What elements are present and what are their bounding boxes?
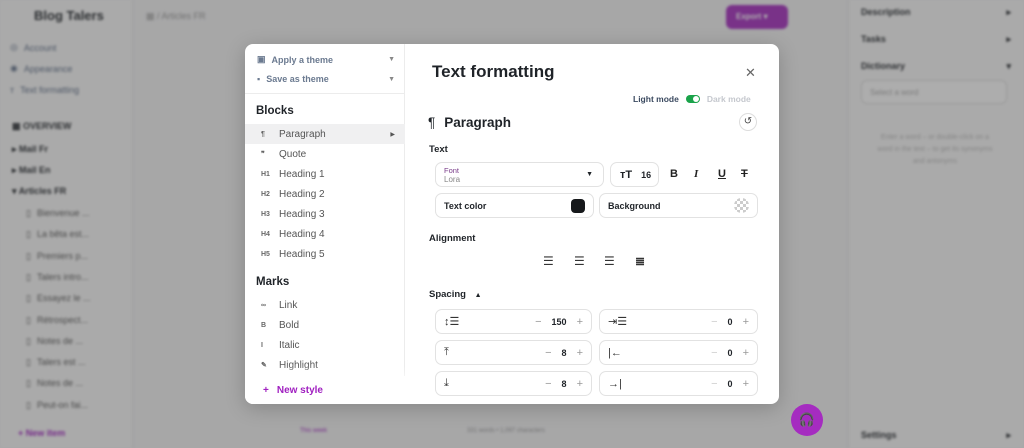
space-before-stepper[interactable]: ⤒ −8 + — [435, 340, 592, 365]
align-center-button[interactable]: ☰ — [574, 254, 585, 268]
block-item-paragraph[interactable]: ¶ Paragraph ▶ — [245, 124, 405, 144]
decrement-button[interactable]: − — [711, 347, 717, 359]
mark-type-icon: ∞ — [261, 301, 266, 309]
mode-toggle[interactable]: Light mode Dark mode — [633, 94, 751, 104]
chevron-down-icon: ▼ — [586, 171, 593, 178]
underline-button[interactable]: U — [718, 168, 726, 180]
decrement-button[interactable]: − — [545, 347, 551, 359]
marks-heading: Marks — [256, 276, 290, 288]
align-right-button[interactable]: ☰ — [604, 254, 615, 268]
space-after-icon: ⤓ — [444, 377, 449, 389]
block-type-icon: H4 — [261, 230, 270, 238]
margin-left-stepper[interactable]: |← −0 + — [599, 340, 758, 365]
chevron-up-icon: ▲ — [474, 292, 482, 299]
mark-type-icon: I — [261, 341, 263, 349]
headphones-icon: 🎧 — [798, 412, 816, 427]
block-type-icon: H1 — [261, 170, 270, 178]
reset-button[interactable]: ↺ — [739, 113, 757, 131]
space-after-stepper[interactable]: ⤓ −8 + — [435, 371, 592, 396]
strikethrough-button[interactable]: T — [741, 168, 748, 180]
indent-stepper[interactable]: ⇥☰ −0 + — [599, 309, 758, 334]
margin-left-icon: |← — [608, 346, 622, 359]
styles-panel: ▣ Apply a theme ▼ ▪ Save as theme ▼ Blocks ¶… — [245, 44, 405, 404]
mark-item-highlight[interactable]: ✎ Highlight — [245, 355, 405, 375]
line-height-stepper[interactable]: ↕☰ −150 + — [435, 309, 592, 334]
italic-button[interactable]: I — [694, 168, 698, 180]
save-theme-dropdown[interactable]: ▪ Save as theme ▼ — [257, 74, 395, 84]
decrement-button[interactable]: − — [535, 316, 541, 328]
theme-icon: ▣ — [257, 54, 266, 64]
block-type-icon: H3 — [261, 210, 270, 218]
increment-button[interactable]: + — [743, 378, 749, 390]
block-item-heading-4[interactable]: H4 Heading 4 — [245, 224, 405, 244]
line-height-icon: ↕☰ — [444, 316, 460, 328]
block-item-heading-3[interactable]: H3 Heading 3 — [245, 204, 405, 224]
chevron-down-icon: ▼ — [388, 56, 395, 63]
font-select[interactable]: Font Lora ▼ — [435, 162, 604, 187]
font-size-icon: тT — [620, 168, 633, 181]
align-justify-button[interactable]: ≣ — [635, 254, 645, 268]
increment-button[interactable]: + — [577, 316, 583, 328]
decrement-button[interactable]: − — [711, 378, 717, 390]
increment-button[interactable]: + — [743, 316, 749, 328]
block-type-icon: H2 — [261, 190, 270, 198]
mark-type-icon: B — [261, 321, 267, 329]
text-color-swatch — [571, 198, 585, 213]
margin-right-stepper[interactable]: →| −0 + — [599, 371, 758, 396]
transparent-swatch — [734, 198, 749, 213]
decrement-button[interactable]: − — [711, 316, 717, 328]
chevron-right-icon: ▶ — [390, 131, 395, 138]
increment-button[interactable]: + — [743, 347, 749, 359]
mark-item-bold[interactable]: B Bold — [245, 315, 405, 335]
text-section-label: Text — [429, 144, 448, 155]
margin-right-icon: →| — [608, 377, 622, 390]
bold-button[interactable]: B — [670, 168, 678, 180]
decrement-button[interactable]: − — [545, 378, 551, 390]
text-color-picker[interactable]: Text color — [435, 193, 594, 218]
mark-type-icon: ✎ — [261, 362, 267, 369]
alignment-label: Alignment — [429, 233, 476, 244]
block-item-heading-1[interactable]: H1 Heading 1 — [245, 164, 405, 184]
dialog-title: Text formatting — [432, 62, 555, 81]
increment-button[interactable]: + — [577, 378, 583, 390]
block-type-icon: ❞ — [261, 151, 265, 158]
block-type-icon: H5 — [261, 250, 270, 258]
plus-icon: + — [263, 384, 269, 396]
increment-button[interactable]: + — [577, 347, 583, 359]
apply-theme-dropdown[interactable]: ▣ Apply a theme ▼ — [257, 54, 395, 65]
align-left-button[interactable]: ☰ — [543, 254, 554, 268]
support-button[interactable]: 🎧 — [791, 404, 823, 436]
block-title: ¶ Paragraph — [428, 115, 512, 130]
mark-item-italic[interactable]: I Italic — [245, 335, 405, 355]
block-item-heading-2[interactable]: H2 Heading 2 — [245, 184, 405, 204]
mark-item-link[interactable]: ∞ Link — [245, 295, 405, 315]
block-type-icon: ¶ — [261, 130, 265, 138]
block-item-heading-5[interactable]: H5 Heading 5 — [245, 244, 405, 264]
chevron-down-icon: ▼ — [388, 75, 395, 83]
space-before-icon: ⤒ — [444, 346, 449, 358]
background-color-picker[interactable]: Background — [599, 193, 758, 218]
blocks-heading: Blocks — [256, 105, 294, 117]
block-item-quote[interactable]: ❞ Quote — [245, 144, 405, 164]
spacing-toggle[interactable]: Spacing ▲ — [429, 289, 482, 300]
new-style-button[interactable]: + New style — [245, 376, 405, 404]
pilcrow-icon: ¶ — [428, 115, 436, 130]
close-button[interactable]: ✕ — [745, 65, 756, 81]
mode-switch[interactable] — [685, 95, 700, 103]
font-size-input[interactable]: тT 16 — [610, 162, 659, 187]
indent-icon: ⇥☰ — [608, 316, 628, 328]
text-formatting-dialog: ▣ Apply a theme ▼ ▪ Save as theme ▼ Blocks ¶… — [245, 44, 779, 404]
save-icon: ▪ — [257, 74, 261, 84]
